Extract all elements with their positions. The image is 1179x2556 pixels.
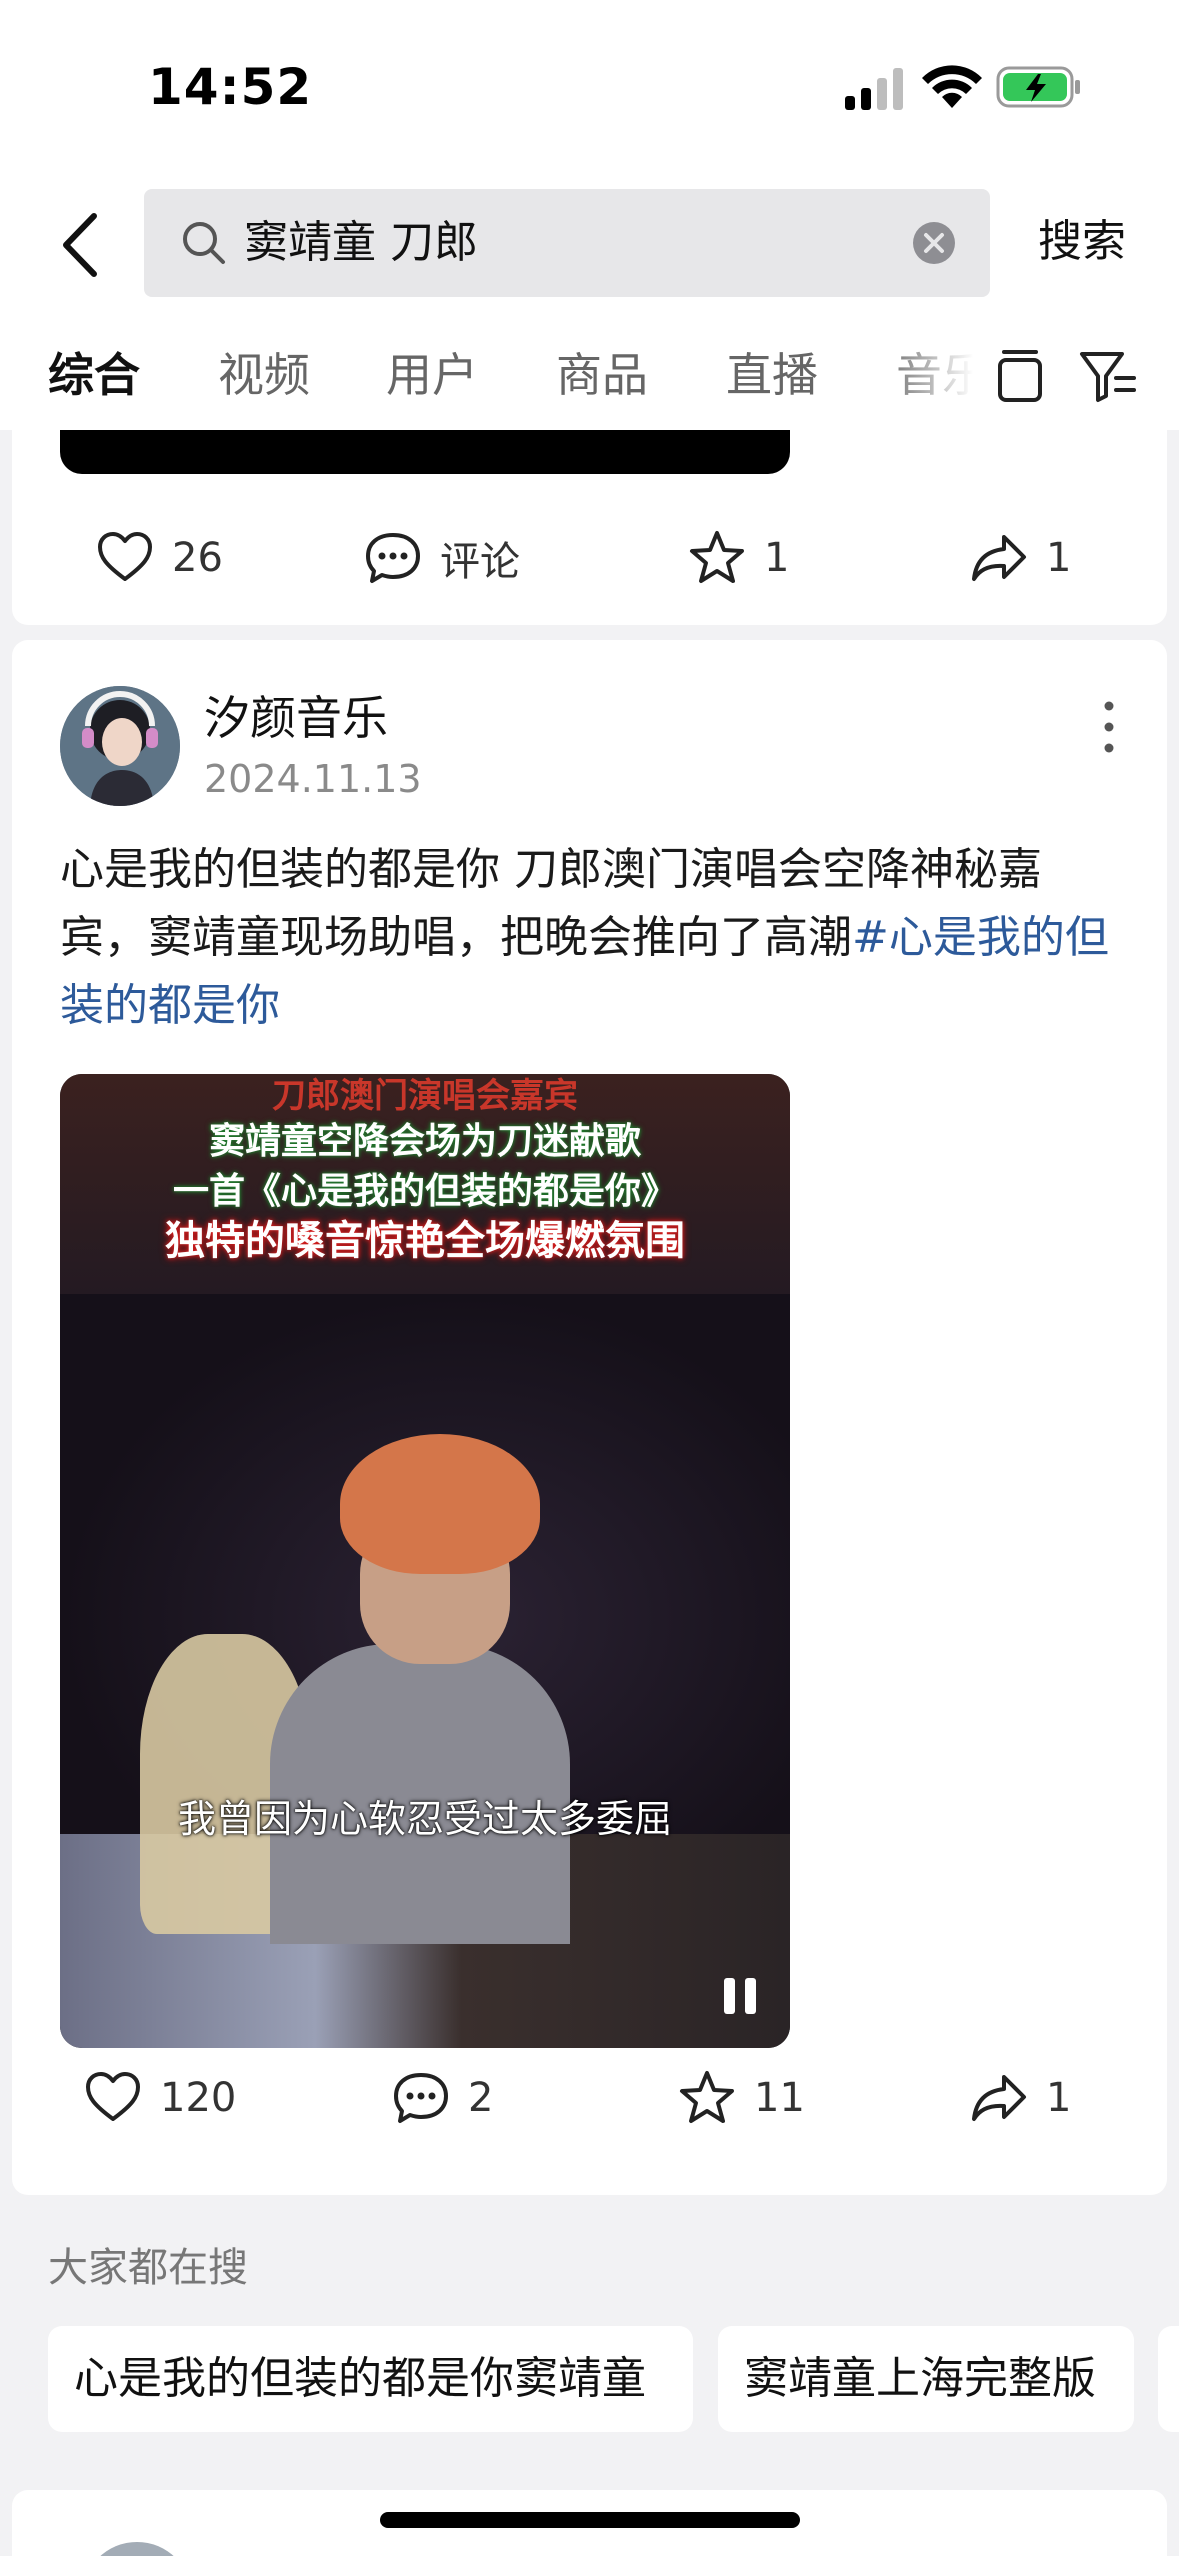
share-count: 1 <box>1046 535 1072 581</box>
chevron-left-icon <box>63 213 97 277</box>
search-icon <box>183 222 225 264</box>
share-icon <box>972 535 1026 581</box>
tab-fade-overlay <box>880 340 990 420</box>
author-name[interactable]: 汐颜音乐 <box>204 688 388 748</box>
video-caption-top: 刀郎澳门演唱会嘉宾 <box>272 1076 578 1116</box>
share-count: 1 <box>1046 2075 1072 2121</box>
star-icon <box>680 2071 734 2123</box>
battery-charging-icon <box>996 66 1080 108</box>
like-button[interactable]: 26 <box>96 518 223 598</box>
post-actions: 26 评论 1 1 <box>12 518 1167 598</box>
video-caption-line1: 窦靖童空降会场为刀迷献歌 <box>208 1121 641 1162</box>
tab-products[interactable]: 商品 <box>556 340 648 410</box>
post-date: 2024.11.13 <box>204 757 422 801</box>
top-bar: 14:52 窦靖童 刀郎 搜索 综合 视频 用户 商品 直播 <box>0 0 1179 430</box>
comment-button[interactable]: 评论 <box>364 518 520 598</box>
wifi-icon <box>922 65 982 108</box>
avatar[interactable] <box>60 686 180 806</box>
trending-chip[interactable]: 心是我的但装的都是你窦靖童 <box>48 2326 693 2432</box>
comment-label: 评论 <box>440 539 520 585</box>
video-caption-line3: 独特的嗓音惊艳全场爆燃氛围 <box>165 1218 685 1264</box>
video-player[interactable]: 刀郎澳门演唱会嘉宾 窦靖童空降会场为刀迷献歌 一首《心是我的但装的都是你》 独特… <box>60 1074 790 2048</box>
search-button[interactable]: 搜索 <box>1038 212 1126 272</box>
avatar[interactable] <box>82 2542 192 2556</box>
tab-video[interactable]: 视频 <box>218 340 310 410</box>
result-tabs: 综合 视频 用户 商品 直播 音乐 <box>0 340 1179 430</box>
comment-count: 2 <box>468 2075 494 2121</box>
clear-search-icon[interactable] <box>912 221 956 265</box>
share-button[interactable]: 1 <box>970 518 1071 598</box>
status-time: 14:52 <box>148 58 313 116</box>
tab-live[interactable]: 直播 <box>726 340 818 410</box>
share-button[interactable]: 1 <box>970 2058 1071 2138</box>
tab-user[interactable]: 用户 <box>386 340 478 410</box>
heart-icon <box>86 2072 140 2121</box>
video-subtitle: 我曾因为心软忍受过太多委屈 <box>177 1797 672 1841</box>
like-count: 120 <box>160 2075 237 2121</box>
more-options-icon[interactable] <box>1094 692 1124 762</box>
trending-title: 大家都在搜 <box>48 2245 248 2291</box>
tab-comprehensive[interactable]: 综合 <box>48 340 140 410</box>
avatar-image <box>60 686 180 806</box>
comment-button[interactable]: 2 <box>392 2058 493 2138</box>
star-icon <box>690 531 744 583</box>
like-button[interactable]: 120 <box>84 2058 236 2138</box>
favorite-count: 11 <box>754 2075 805 2121</box>
filter-icon[interactable] <box>1078 348 1138 404</box>
like-count: 26 <box>172 535 223 581</box>
trending-chip[interactable]: 窦靖童上海完整版 <box>718 2326 1134 2432</box>
post-card: 汐颜音乐 2024.11.13 心是我的但装的都是你 刀郎澳门演唱会空降神秘嘉宾… <box>12 640 1167 2195</box>
video-singer-hair <box>340 1434 540 1574</box>
layout-toggle-icon[interactable] <box>994 346 1046 406</box>
trending-chip-partial[interactable] <box>1158 2326 1179 2432</box>
home-indicator <box>380 2512 800 2528</box>
favorite-button[interactable]: 1 <box>688 518 789 598</box>
heart-icon <box>98 532 152 581</box>
post-body: 心是我的但装的都是你 刀郎澳门演唱会空降神秘嘉宾，窦靖童现场助唱，把晚会推向了高… <box>60 836 1120 1040</box>
cellular-signal-icon <box>845 68 903 110</box>
post-card-previous: 26 评论 1 1 <box>12 420 1167 625</box>
share-icon <box>972 2075 1026 2121</box>
comment-icon <box>366 533 420 583</box>
post-actions: 120 2 11 1 <box>12 2058 1167 2138</box>
pause-icon[interactable] <box>720 1974 760 2018</box>
back-button[interactable] <box>50 205 110 285</box>
video-caption-line2: 一首《心是我的但装的都是你》 <box>172 1171 677 1212</box>
favorite-button[interactable]: 11 <box>678 2058 805 2138</box>
search-query-text[interactable]: 窦靖童 刀郎 <box>244 213 478 273</box>
comment-icon <box>394 2073 448 2123</box>
favorite-count: 1 <box>764 535 790 581</box>
search-input[interactable]: 窦靖童 刀郎 <box>144 189 990 297</box>
